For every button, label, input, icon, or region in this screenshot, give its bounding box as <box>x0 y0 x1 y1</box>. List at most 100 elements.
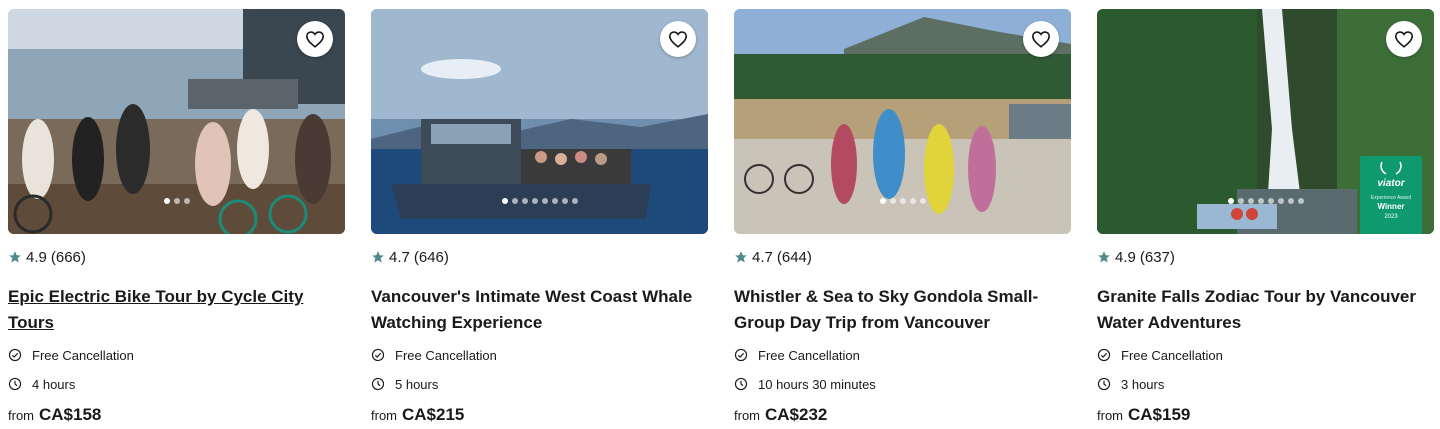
price-from-label: from <box>1097 408 1123 423</box>
heart-outline-icon <box>1031 31 1051 48</box>
rating: 4.9 (666) <box>8 247 345 267</box>
rating-value: 4.9 <box>1115 248 1136 266</box>
heart-outline-icon <box>305 31 325 48</box>
rating-value: 4.9 <box>26 248 47 266</box>
carousel-dot[interactable] <box>919 198 926 204</box>
rating: 4.7 (646) <box>371 247 708 267</box>
duration-label: 10 hours 30 minutes <box>758 376 876 392</box>
clock-icon <box>8 377 22 391</box>
carousel-dot[interactable] <box>1267 198 1274 204</box>
rating: 4.7 (644) <box>734 247 1071 267</box>
product-image[interactable] <box>8 9 345 234</box>
clock-icon <box>371 377 385 391</box>
carousel-dot[interactable] <box>1247 198 1254 204</box>
carousel-dot[interactable] <box>899 198 906 204</box>
cancellation-label: Free Cancellation <box>1121 347 1223 363</box>
product-title-link[interactable]: Epic Electric Bike Tour by Cycle City To… <box>8 284 338 336</box>
free-cancellation: Free Cancellation <box>734 345 1071 365</box>
clock-icon <box>1097 377 1111 391</box>
check-circle-icon <box>1097 348 1111 362</box>
laurel-icon <box>1380 161 1402 175</box>
review-count: (637) <box>1139 248 1175 266</box>
carousel-dot[interactable] <box>561 198 568 204</box>
carousel-dot[interactable] <box>1297 198 1304 204</box>
carousel-dot[interactable] <box>909 198 916 204</box>
carousel-dots <box>1227 198 1304 204</box>
clock-icon <box>734 377 748 391</box>
carousel-dot[interactable] <box>173 198 180 204</box>
cancellation-label: Free Cancellation <box>395 347 497 363</box>
review-count: (666) <box>50 248 86 266</box>
heart-outline-icon <box>668 31 688 48</box>
check-circle-icon <box>8 348 22 362</box>
price-from-label: from <box>8 408 34 423</box>
duration-label: 5 hours <box>395 376 439 392</box>
carousel-dot[interactable] <box>1277 198 1284 204</box>
rating-value: 4.7 <box>752 248 773 266</box>
carousel-dot[interactable] <box>1237 198 1244 204</box>
star-icon <box>9 251 21 263</box>
carousel-dot[interactable] <box>501 198 508 204</box>
product-title-link[interactable]: Whistler & Sea to Sky Gondola Small-Grou… <box>734 284 1064 336</box>
carousel-dot[interactable] <box>879 198 886 204</box>
price: from CA$215 <box>371 405 708 425</box>
carousel-dot[interactable] <box>1227 198 1234 204</box>
carousel-dot[interactable] <box>183 198 190 204</box>
experience-award-badge: viator Experience Award Winner 2023 <box>1360 156 1422 234</box>
price: from CA$159 <box>1097 405 1434 425</box>
carousel-dot[interactable] <box>511 198 518 204</box>
carousel-dot[interactable] <box>1287 198 1294 204</box>
review-count: (646) <box>413 248 449 266</box>
cancellation-label: Free Cancellation <box>32 347 134 363</box>
duration: 4 hours <box>8 374 345 394</box>
check-circle-icon <box>371 348 385 362</box>
carousel-dot[interactable] <box>889 198 896 204</box>
duration: 3 hours <box>1097 374 1434 394</box>
check-circle-icon <box>734 348 748 362</box>
wishlist-button[interactable] <box>1386 21 1422 57</box>
wishlist-button[interactable] <box>1023 21 1059 57</box>
product-card-row: 4.9 (666) Epic Electric Bike Tour by Cyc… <box>8 9 1434 425</box>
duration: 5 hours <box>371 374 708 394</box>
carousel-dot[interactable] <box>571 198 578 204</box>
rating-value: 4.7 <box>389 248 410 266</box>
badge-title: Winner <box>1377 202 1405 211</box>
product-title-link[interactable]: Granite Falls Zodiac Tour by Vancouver W… <box>1097 284 1427 336</box>
duration-label: 4 hours <box>32 376 76 392</box>
carousel-dot[interactable] <box>531 198 538 204</box>
free-cancellation: Free Cancellation <box>371 345 708 365</box>
price: from CA$232 <box>734 405 1071 425</box>
product-image[interactable]: viator Experience Award Winner 2023 <box>1097 9 1434 234</box>
free-cancellation: Free Cancellation <box>1097 345 1434 365</box>
carousel-dots <box>879 198 926 204</box>
carousel-dot[interactable] <box>541 198 548 204</box>
product-title-link[interactable]: Vancouver's Intimate West Coast Whale Wa… <box>371 284 701 336</box>
price-amount: CA$159 <box>1128 405 1191 424</box>
duration-label: 3 hours <box>1121 376 1165 392</box>
product-card[interactable]: 4.7 (644) Whistler & Sea to Sky Gondola … <box>734 9 1071 425</box>
product-card[interactable]: viator Experience Award Winner 2023 4.9 … <box>1097 9 1434 425</box>
carousel-dot[interactable] <box>521 198 528 204</box>
product-card[interactable]: 4.9 (666) Epic Electric Bike Tour by Cyc… <box>8 9 345 425</box>
badge-year: 2023 <box>1384 214 1398 220</box>
price-amount: CA$158 <box>39 405 102 424</box>
star-icon <box>372 251 384 263</box>
wishlist-button[interactable] <box>660 21 696 57</box>
price-amount: CA$215 <box>402 405 465 424</box>
wishlist-button[interactable] <box>297 21 333 57</box>
carousel-dot[interactable] <box>163 198 170 204</box>
badge-brand: viator <box>1377 178 1405 189</box>
free-cancellation: Free Cancellation <box>8 345 345 365</box>
carousel-dot[interactable] <box>551 198 558 204</box>
product-image[interactable] <box>371 9 708 234</box>
price: from CA$158 <box>8 405 345 425</box>
product-image[interactable] <box>734 9 1071 234</box>
carousel-dots <box>501 198 578 204</box>
price-from-label: from <box>734 408 760 423</box>
product-card[interactable]: 4.7 (646) Vancouver's Intimate West Coas… <box>371 9 708 425</box>
star-icon <box>735 251 747 263</box>
badge-award: Experience Award <box>1370 195 1412 201</box>
duration: 10 hours 30 minutes <box>734 374 1071 394</box>
price-amount: CA$232 <box>765 405 828 424</box>
carousel-dot[interactable] <box>1257 198 1264 204</box>
